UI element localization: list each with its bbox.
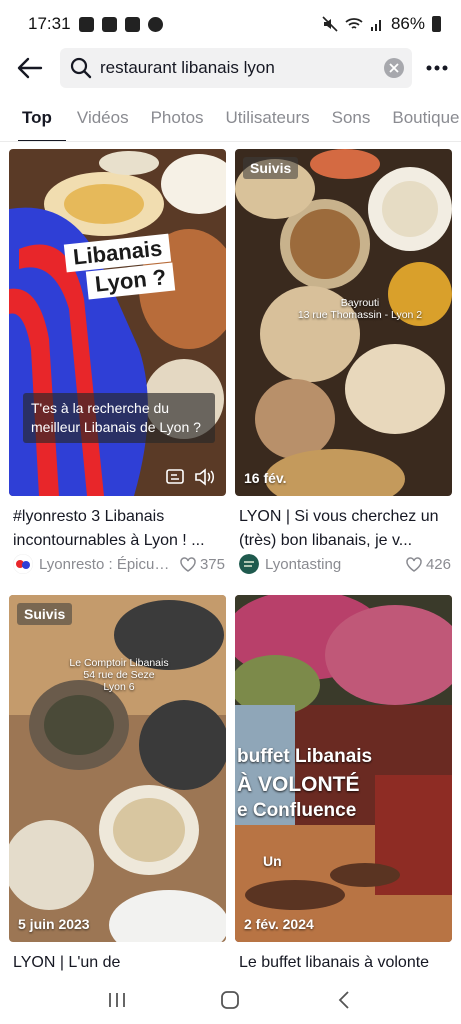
overlay-title-line3: e Confluence bbox=[237, 800, 357, 821]
back-button[interactable] bbox=[0, 46, 60, 90]
volume-icon[interactable] bbox=[194, 468, 216, 486]
like-count: 375 bbox=[180, 556, 225, 573]
status-bar: 17:31 86% bbox=[0, 0, 461, 48]
mute-icon bbox=[322, 16, 338, 32]
avatar[interactable] bbox=[239, 554, 259, 574]
overlay-title-line1: buffet Libanais bbox=[237, 746, 373, 767]
tab-videos[interactable]: Vidéos bbox=[66, 96, 140, 141]
messenger-icon bbox=[78, 16, 94, 32]
overlay-title-line4: Un bbox=[263, 853, 282, 869]
post-date: 16 fév. bbox=[244, 470, 287, 486]
system-nav-bar bbox=[0, 976, 461, 1024]
video-thumbnail[interactable]: Suivis Bayrouti 13 rue Thomassin - Lyon … bbox=[235, 149, 452, 496]
status-time: 17:31 bbox=[28, 14, 71, 33]
search-header bbox=[0, 46, 461, 90]
location-label: Le Comptoir Libanais 54 rue de Seze Lyon… bbox=[69, 657, 169, 693]
heart-icon bbox=[180, 556, 196, 572]
result-title[interactable]: #lyonresto 3 Libanais incontournables à … bbox=[13, 505, 225, 553]
search-tabs: Top Vidéos Photos Utilisateurs Sons Bout… bbox=[0, 96, 461, 142]
tab-top[interactable]: Top bbox=[0, 96, 66, 141]
signal-icon bbox=[370, 20, 381, 31]
food-image bbox=[9, 595, 226, 942]
avatar[interactable] bbox=[13, 554, 33, 574]
food-image bbox=[9, 149, 226, 496]
home-button[interactable] bbox=[210, 980, 250, 1020]
system-back-button[interactable] bbox=[324, 980, 364, 1020]
author-name[interactable]: Lyontasting bbox=[265, 556, 400, 573]
more-options-button[interactable] bbox=[412, 46, 461, 90]
tab-sounds[interactable]: Sons bbox=[321, 96, 382, 141]
battery-icon bbox=[432, 16, 441, 32]
result-title[interactable]: Le buffet libanais à volonte bbox=[239, 951, 451, 975]
like-count: 426 bbox=[406, 556, 451, 573]
author-name[interactable]: Lyonresto : Épicurien lyonnais bbox=[39, 556, 174, 573]
result-meta: Lyontasting 426 bbox=[239, 553, 451, 575]
subtitles-icon[interactable] bbox=[166, 468, 186, 486]
likes-value: 426 bbox=[425, 555, 451, 573]
location-label: Bayrouti 13 rue Thomassin - Lyon 2 bbox=[297, 297, 423, 321]
home-icon bbox=[221, 991, 240, 1009]
result-meta: Lyonresto : Épicurien lyonnais 375 bbox=[13, 553, 225, 575]
tab-photos[interactable]: Photos bbox=[140, 96, 215, 141]
video-thumbnail[interactable]: Libanais Lyon ? T'es à la recherche du m… bbox=[9, 149, 226, 496]
tab-shop[interactable]: Boutique bbox=[381, 96, 461, 141]
clear-search-button[interactable] bbox=[384, 58, 404, 78]
video-caption-overlay: T'es à la recherche du meilleur Libanais… bbox=[23, 393, 215, 443]
arrow-left-icon bbox=[17, 57, 43, 79]
search-input[interactable] bbox=[100, 58, 384, 78]
checkbox-icon bbox=[101, 16, 117, 32]
followed-badge: Suivis bbox=[243, 157, 299, 179]
search-box[interactable] bbox=[60, 48, 412, 88]
close-icon bbox=[389, 63, 399, 73]
wifi-icon bbox=[345, 18, 363, 29]
post-date: 2 fév. 2024 bbox=[244, 916, 314, 932]
search-icon bbox=[70, 57, 92, 79]
status-right: 86% bbox=[322, 14, 441, 34]
result-title[interactable]: LYON | L'un de bbox=[13, 951, 225, 975]
followed-badge: Suivis bbox=[17, 603, 73, 625]
recent-apps-icon bbox=[108, 993, 125, 1007]
status-left: 17:31 bbox=[28, 14, 163, 34]
account-icon bbox=[147, 16, 163, 32]
chevron-left-icon bbox=[338, 991, 349, 1009]
more-horizontal-icon bbox=[426, 65, 447, 71]
food-image bbox=[235, 149, 452, 496]
video-thumbnail[interactable]: buffet Libanais À VOLONTÉ e Confluence U… bbox=[235, 595, 452, 942]
overlay-title-line2: À VOLONTÉ bbox=[237, 773, 360, 796]
recent-apps-button[interactable] bbox=[97, 980, 137, 1020]
tab-users[interactable]: Utilisateurs bbox=[215, 96, 321, 141]
video-thumbnail[interactable]: Suivis Le Comptoir Libanais 54 rue de Se… bbox=[9, 595, 226, 942]
teams-icon bbox=[124, 16, 140, 32]
post-date: 5 juin 2023 bbox=[18, 916, 90, 932]
likes-value: 375 bbox=[199, 555, 225, 573]
result-title[interactable]: LYON | Si vous cherchez un (très) bon li… bbox=[239, 505, 451, 553]
heart-icon bbox=[406, 556, 422, 572]
battery-percent: 86% bbox=[390, 14, 425, 33]
